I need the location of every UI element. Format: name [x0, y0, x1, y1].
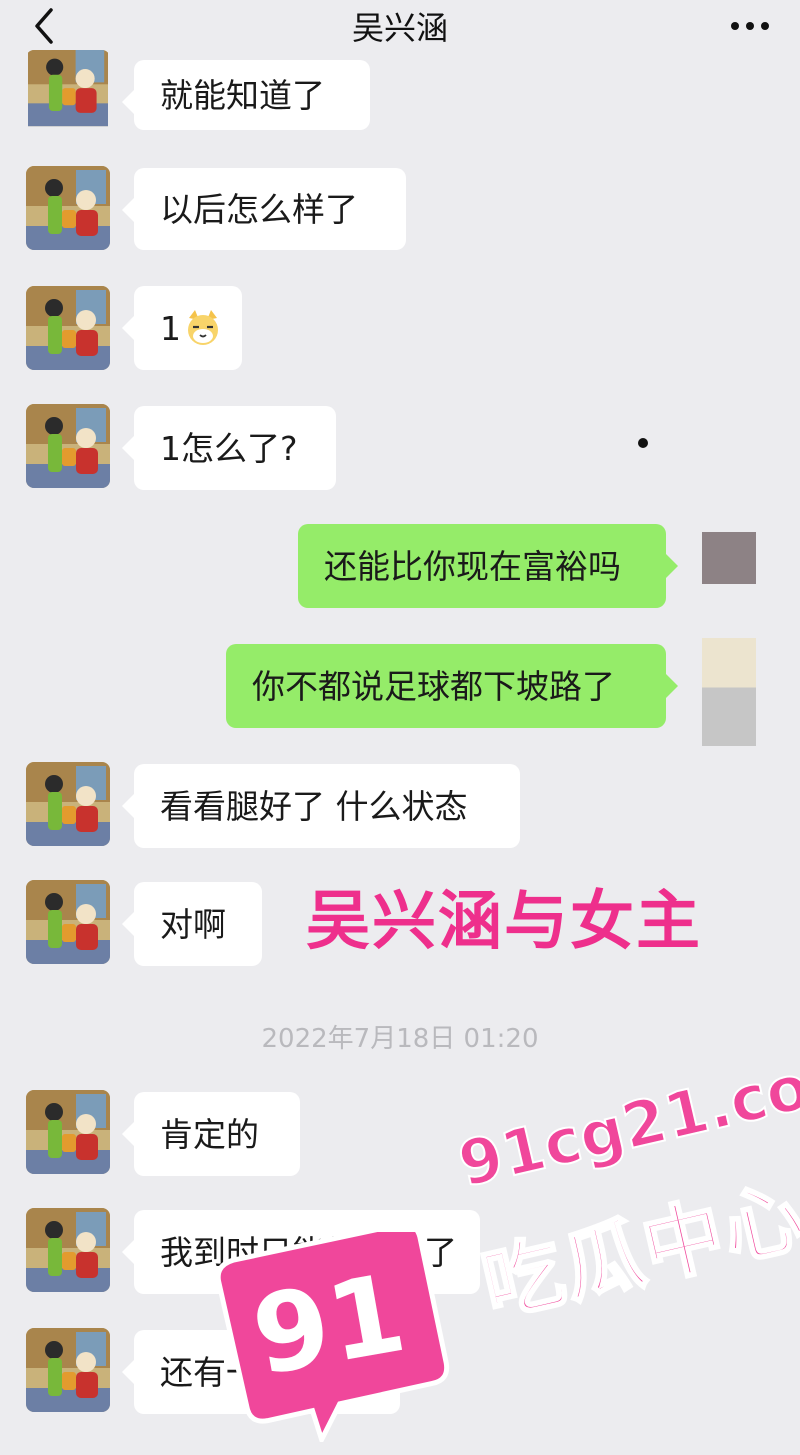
avatar[interactable]: [26, 1208, 110, 1292]
message-text: 以后怎么样了: [160, 189, 358, 229]
chevron-left-icon: [35, 8, 53, 44]
avatar[interactable]: [26, 404, 110, 488]
message-text: 肯定的: [160, 1114, 259, 1154]
more-button[interactable]: [726, 6, 774, 46]
message-text: 还能比你现在富裕吗: [324, 546, 621, 586]
message-text: 就能知道了: [160, 75, 325, 115]
message-text: 1: [160, 308, 181, 348]
message-bubble[interactable]: 肯定的: [122, 1092, 300, 1176]
nav-bar: 吴兴涵: [0, 0, 800, 52]
message-bubble[interactable]: 就能知道了: [122, 60, 370, 130]
avatar[interactable]: [26, 286, 110, 370]
message-bubble[interactable]: 看看腿好了 什么状态: [122, 764, 520, 848]
avatar[interactable]: [26, 762, 110, 846]
watermark-badge: 91: [208, 1221, 458, 1447]
message-text: 1怎么了?: [160, 428, 298, 468]
avatar[interactable]: [26, 50, 110, 130]
message-text: 你不都说足球都下坡路了: [252, 666, 615, 706]
chat-title: 吴兴涵: [351, 9, 448, 47]
message-bubble[interactable]: 1: [122, 286, 242, 370]
message-bubble[interactable]: 你不都说足球都下坡路了: [226, 644, 678, 728]
avatar[interactable]: [26, 1328, 110, 1412]
avatar[interactable]: [26, 1090, 110, 1174]
message-text: 对啊: [160, 904, 226, 944]
back-button[interactable]: [22, 4, 66, 48]
message-text: 看看腿好了 什么状态: [160, 786, 468, 826]
overlay-caption: 吴兴涵与女主: [306, 885, 702, 959]
avatar[interactable]: [702, 532, 756, 584]
avatar[interactable]: [26, 166, 110, 250]
timestamp: 2022年7月18日 01:20: [261, 1024, 539, 1054]
message-bubble[interactable]: 还能比你现在富裕吗: [298, 524, 678, 608]
watermark-badge-text: 91: [244, 1250, 414, 1401]
message-bubble[interactable]: 对啊: [122, 882, 262, 966]
message-bubble[interactable]: 以后怎么样了: [122, 168, 406, 250]
avatar[interactable]: [26, 880, 110, 964]
avatar[interactable]: [702, 638, 756, 746]
cat-emoji-icon: [188, 310, 218, 345]
more-dots-icon: [731, 22, 769, 30]
message-bubble[interactable]: 1怎么了?: [122, 406, 336, 490]
dot-mark: [638, 438, 648, 448]
